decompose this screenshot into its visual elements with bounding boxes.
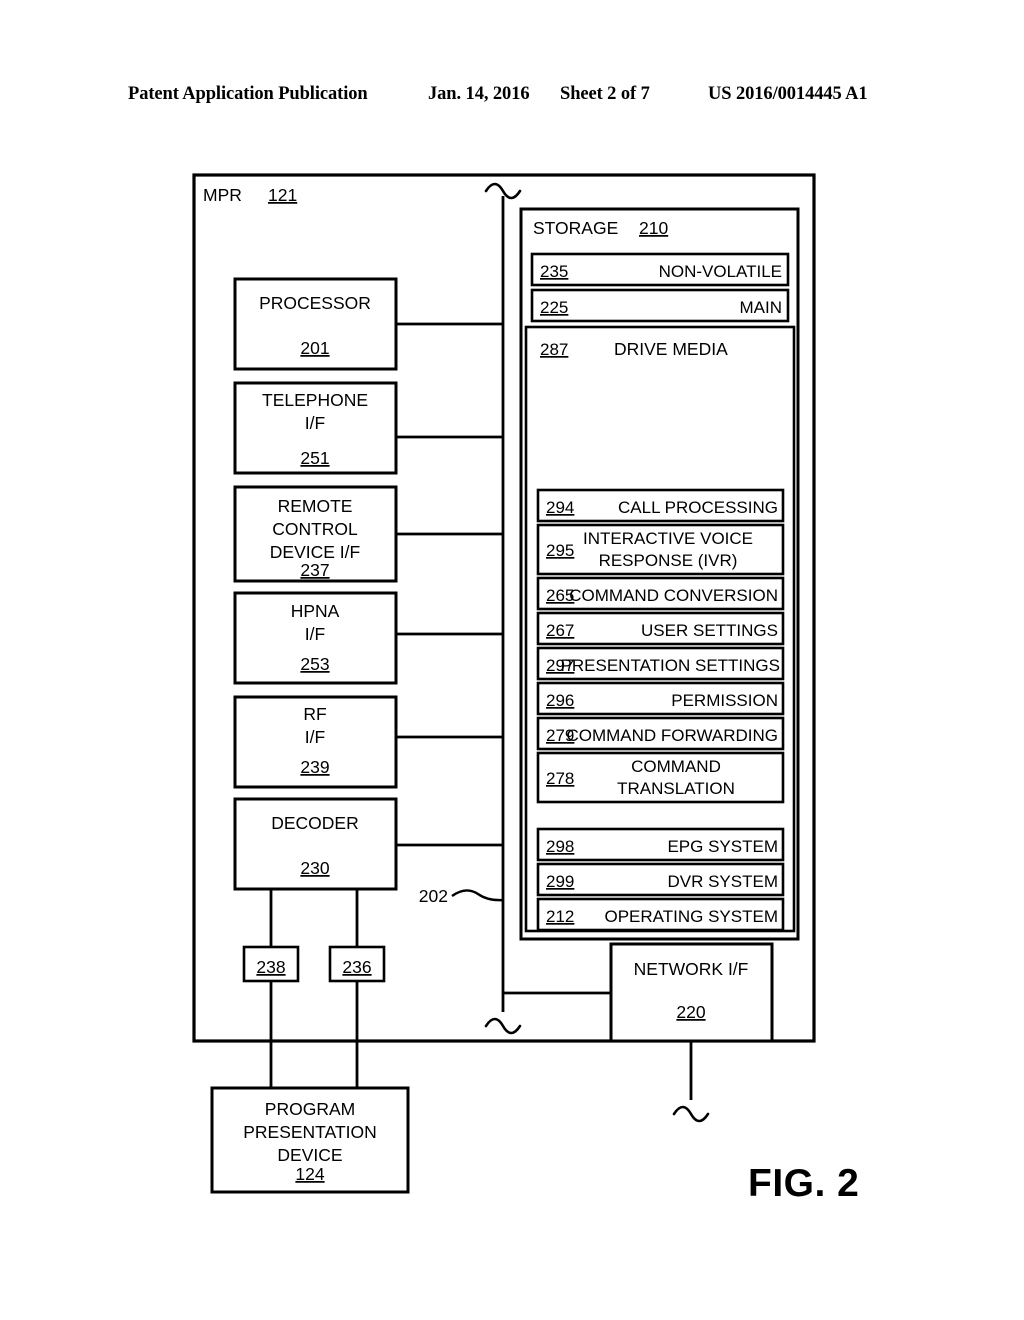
module-interactive-voice-response: 295 INTERACTIVE VOICE RESPONSE (IVR) xyxy=(536,523,785,576)
module-permission-line-0: PERMISSION xyxy=(671,691,778,710)
module-interactive-voice-response-line-1: RESPONSE (IVR) xyxy=(599,551,738,570)
block-program-presentation-device: PROGRAM PRESENTATION DEVICE 124 xyxy=(210,1086,410,1194)
bus-ref-leader xyxy=(451,889,504,902)
drive-media-container: 287 DRIVE MEDIA 294 CALL PROCESSING 295 … xyxy=(524,325,796,933)
module-operating-system-ref: 212 xyxy=(546,907,574,926)
module-command-conversion-line-0: COMMAND CONVERSION xyxy=(569,586,778,605)
module-presentation-settings-line-0: PRESENTATION SETTINGS xyxy=(561,656,780,675)
module-command-translation-line-1: TRANSLATION xyxy=(617,779,735,798)
block-236: 236 xyxy=(328,889,386,1088)
mpr-ref: 121 xyxy=(268,185,297,205)
module-command-forwarding: 279 COMMAND FORWARDING xyxy=(536,716,785,751)
module-presentation-settings: 297 PRESENTATION SETTINGS xyxy=(536,646,785,681)
block-hpna-if-ref: 253 xyxy=(300,654,329,674)
block-program-presentation-device-ref: 124 xyxy=(295,1164,324,1184)
module-epg-system-label: EPG SYSTEM xyxy=(667,837,778,856)
block-hpna-if-line-0: HPNA xyxy=(291,601,340,621)
storage-memory-non-volatile-ref: 235 xyxy=(540,262,568,281)
block-program-presentation-device-line-1: PRESENTATION xyxy=(243,1122,377,1142)
block-telephone-if-line-1: I/F xyxy=(305,413,325,433)
module-user-settings: 267 USER SETTINGS xyxy=(536,611,785,646)
block-telephone-if-ref: 251 xyxy=(300,448,329,468)
storage-memory-main-ref: 225 xyxy=(540,298,568,317)
module-dvr-system-ref: 299 xyxy=(546,872,574,891)
storage-container: STORAGE 210 235 NON-VOLATILE 225 MAIN 28… xyxy=(519,207,800,941)
module-interactive-voice-response-line-0: INTERACTIVE VOICE xyxy=(583,529,753,548)
block-processor: PROCESSOR 201 xyxy=(233,277,503,371)
storage-memory-non-volatile: 235 NON-VOLATILE xyxy=(530,252,790,287)
drive-media-ref: 287 xyxy=(540,340,568,359)
module-command-conversion: 265 COMMAND CONVERSION xyxy=(536,576,785,611)
block-rf-if: RF I/F 239 xyxy=(233,695,503,789)
block-decoder-ref: 230 xyxy=(300,858,329,878)
module-operating-system: 212 OPERATING SYSTEM xyxy=(536,897,785,932)
block-program-presentation-device-line-0: PROGRAM xyxy=(265,1099,355,1119)
block-processor-line-0: PROCESSOR xyxy=(259,293,371,313)
block-remote-control-device-if-line-0: REMOTE xyxy=(278,496,353,516)
block-236-ref: 236 xyxy=(342,957,371,977)
module-operating-system-label: OPERATING SYSTEM xyxy=(605,907,779,926)
storage-memory-main: 225 MAIN xyxy=(530,288,790,323)
block-network-if: NETWORK I/F 220 xyxy=(609,942,774,1123)
block-rf-if-line-1: I/F xyxy=(305,727,325,747)
module-user-settings-ref: 267 xyxy=(546,621,574,640)
module-epg-system-ref: 298 xyxy=(546,837,574,856)
module-call-processing-line-0: CALL PROCESSING xyxy=(618,498,778,517)
storage-ref: 210 xyxy=(639,218,668,238)
module-dvr-system: 299 DVR SYSTEM xyxy=(536,862,785,897)
module-interactive-voice-response-ref: 295 xyxy=(546,541,574,560)
block-238: 238 xyxy=(242,889,300,1088)
block-238-ref: 238 xyxy=(256,957,285,977)
drive-media-label: DRIVE MEDIA xyxy=(614,339,728,359)
block-remote-control-device-if: REMOTE CONTROL DEVICE I/F 237 xyxy=(233,485,503,583)
module-command-translation: 278 COMMAND TRANSLATION xyxy=(536,751,785,804)
block-remote-control-device-if-line-1: CONTROL xyxy=(272,519,358,539)
module-permission: 296 PERMISSION xyxy=(536,681,785,716)
module-command-translation-line-0: COMMAND xyxy=(631,757,721,776)
block-program-presentation-device-line-2: DEVICE xyxy=(277,1145,342,1165)
block-hpna-if: HPNA I/F 253 xyxy=(233,591,503,685)
module-call-processing: 294 CALL PROCESSING xyxy=(536,488,785,523)
block-processor-ref: 201 xyxy=(300,338,329,358)
module-user-settings-line-0: USER SETTINGS xyxy=(641,621,778,640)
storage-memory-main-label: MAIN xyxy=(740,298,783,317)
figure-canvas: MPR 121 202 PROCESSOR 201 TELEPHONE I/F … xyxy=(192,173,859,1205)
block-telephone-if: TELEPHONE I/F 251 xyxy=(233,381,503,475)
storage-memory-non-volatile-label: NON-VOLATILE xyxy=(659,262,782,281)
bus-ref: 202 xyxy=(419,886,448,906)
storage-label: STORAGE xyxy=(533,218,618,238)
module-command-forwarding-line-0: COMMAND FORWARDING xyxy=(566,726,778,745)
module-command-translation-ref: 278 xyxy=(546,769,574,788)
block-rf-if-line-0: RF xyxy=(303,704,326,724)
block-telephone-if-line-0: TELEPHONE xyxy=(262,390,368,410)
module-permission-ref: 296 xyxy=(546,691,574,710)
patent-figure-page: Patent Application Publication Jan. 14, … xyxy=(0,0,1024,1320)
block-network-if-ref: 220 xyxy=(676,1002,705,1022)
block-decoder-line-0: DECODER xyxy=(271,813,359,833)
block-network-if-line-0: NETWORK I/F xyxy=(634,959,749,979)
module-dvr-system-label: DVR SYSTEM xyxy=(667,872,778,891)
block-decoder: DECODER 230 xyxy=(233,797,503,891)
module-epg-system: 298 EPG SYSTEM xyxy=(536,827,785,862)
figure-caption: FIG. 2 xyxy=(748,1162,859,1205)
block-rf-if-ref: 239 xyxy=(300,757,329,777)
mpr-label: MPR xyxy=(203,185,242,205)
block-remote-control-device-if-line-2: DEVICE I/F xyxy=(270,542,360,562)
module-call-processing-ref: 294 xyxy=(546,498,574,517)
block-hpna-if-line-1: I/F xyxy=(305,624,325,644)
block-remote-control-device-if-ref: 237 xyxy=(300,560,329,580)
